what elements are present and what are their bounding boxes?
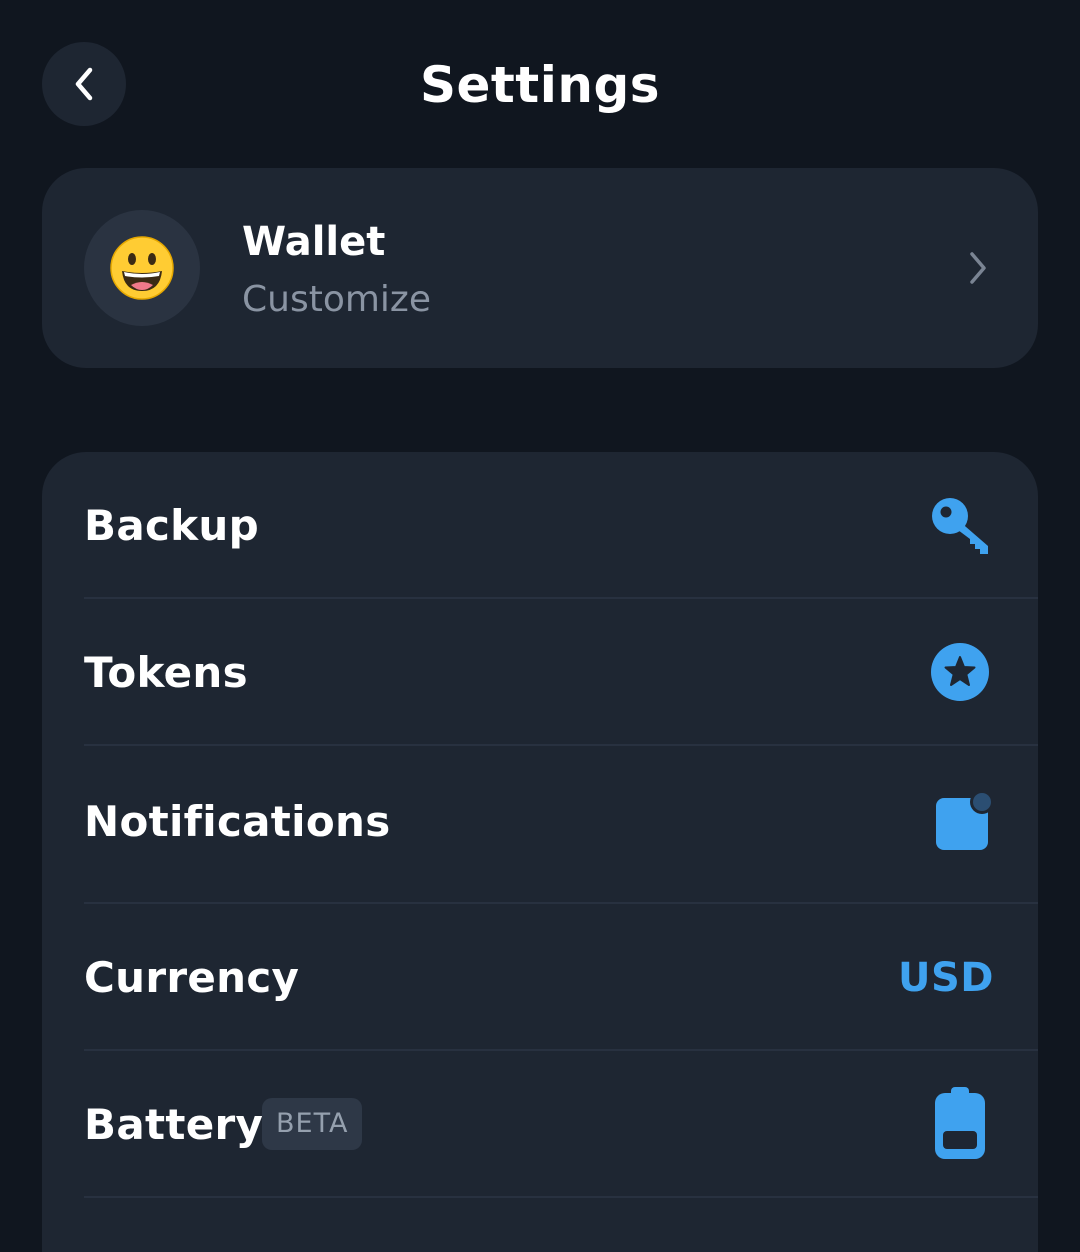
settings-item-label: Tokens: [84, 648, 248, 697]
currency-value: USD: [898, 955, 994, 1001]
settings-item-label: Backup: [84, 501, 259, 550]
chevron-right-icon: [970, 252, 986, 284]
wallet-card[interactable]: Wallet Customize: [42, 168, 1038, 368]
page-title: Settings: [419, 56, 660, 114]
beta-badge: BETA: [262, 1098, 363, 1150]
settings-item-tokens[interactable]: Tokens: [42, 599, 1038, 746]
settings-item-battery[interactable]: Battery: [42, 1051, 1038, 1198]
settings-item-label: Notifications: [84, 797, 391, 846]
header: Settings: [0, 0, 1080, 170]
battery-icon: [935, 1087, 985, 1159]
settings-item-label: Currency: [84, 953, 300, 1002]
avatar[interactable]: [84, 210, 200, 326]
key-icon: [932, 498, 988, 554]
wallet-customize-label: Customize: [242, 279, 431, 320]
star-circle-icon: [931, 643, 989, 701]
settings-list: Backup Tokens Notifications Currency USD: [42, 452, 1038, 1252]
divider: [84, 1196, 1038, 1198]
settings-item-backup[interactable]: Backup: [42, 452, 1038, 599]
settings-item-notifications[interactable]: Notifications: [42, 746, 1038, 904]
settings-item-label: Battery: [84, 1100, 264, 1149]
wallet-name: Wallet: [242, 219, 386, 265]
notification-badge-icon: [936, 790, 994, 850]
grinning-face-emoji: [110, 236, 174, 300]
settings-item-currency[interactable]: Currency USD: [42, 904, 1038, 1051]
